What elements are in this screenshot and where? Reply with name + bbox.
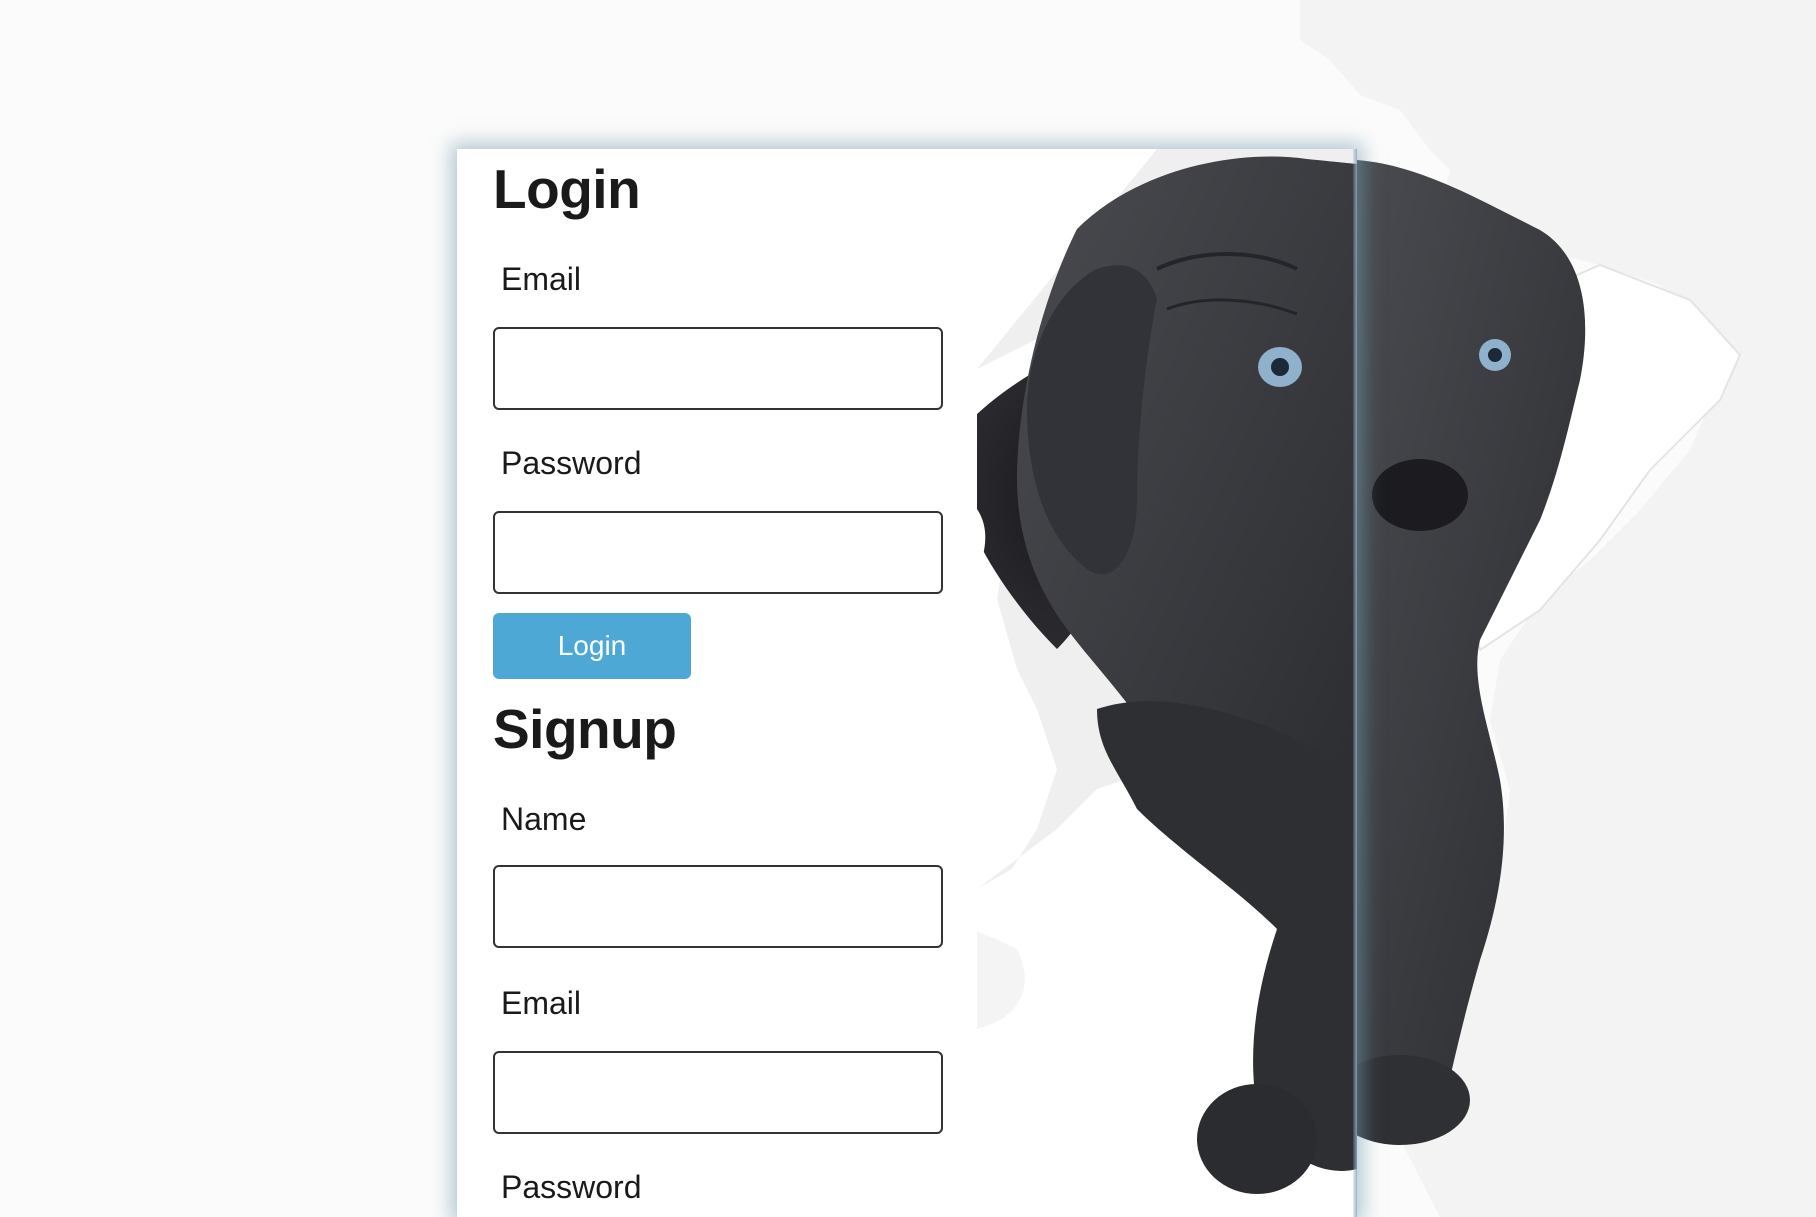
login-email-input[interactable] (493, 327, 943, 410)
signup-title: Signup (493, 698, 677, 760)
signup-password-label: Password (501, 1169, 642, 1205)
login-title: Login (493, 158, 641, 220)
signup-name-label: Name (501, 801, 587, 837)
signup-name-input[interactable] (493, 865, 943, 948)
login-password-label: Password (501, 445, 642, 481)
auth-card: Login Email Password Login Signup Name E… (457, 149, 1357, 1217)
signup-email-input[interactable] (493, 1051, 943, 1134)
login-password-input[interactable] (493, 511, 943, 594)
login-button[interactable]: Login (493, 613, 691, 679)
login-email-label: Email (501, 261, 582, 297)
card-edge (1353, 149, 1357, 1217)
signup-email-label: Email (501, 985, 582, 1021)
